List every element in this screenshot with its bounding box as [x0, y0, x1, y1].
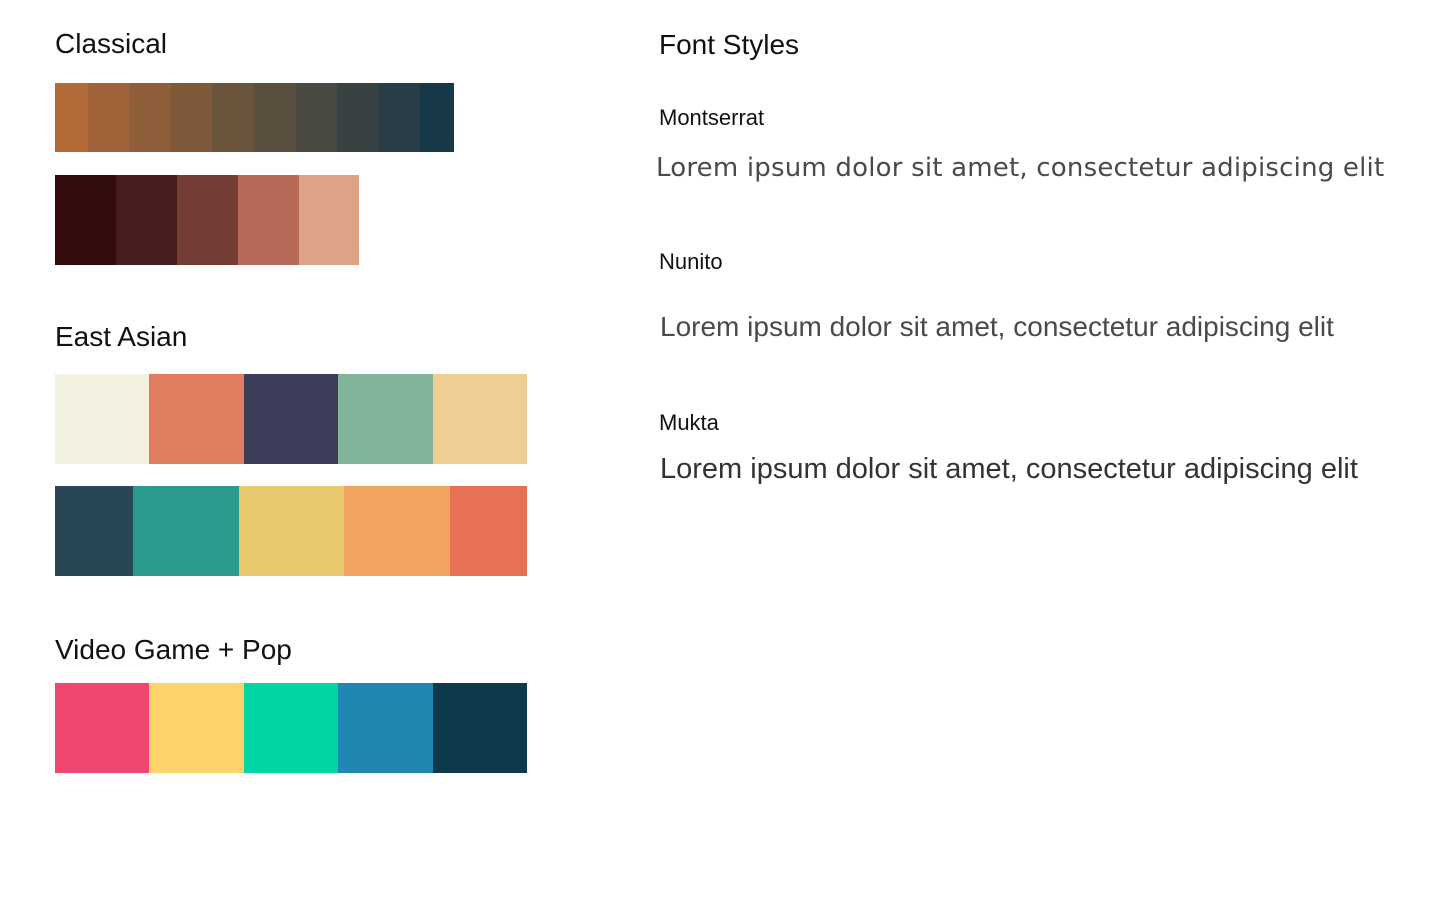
- swatch: [55, 175, 116, 265]
- swatch: [450, 486, 527, 576]
- swatch: [420, 83, 454, 152]
- font-sample-nunito: Lorem ipsum dolor sit amet, consectetur …: [660, 311, 1334, 342]
- style-guide-page: Classical East Asian Video Game + Pop Fo…: [0, 0, 1440, 900]
- swatch: [239, 486, 344, 576]
- swatch: [212, 83, 254, 152]
- font-styles-title: Font Styles: [659, 29, 800, 60]
- swatch: [129, 83, 171, 152]
- font-name-mukta: Mukta: [659, 410, 719, 435]
- swatch: [88, 83, 129, 152]
- swatch: [149, 374, 244, 464]
- swatch: [338, 374, 433, 464]
- video-game-pop-palette-row-1: [55, 683, 527, 773]
- swatch: [338, 683, 433, 773]
- swatch: [55, 83, 88, 152]
- swatch: [254, 83, 296, 152]
- east-asian-title: East Asian: [55, 321, 188, 352]
- font-name-nunito: Nunito: [659, 249, 723, 274]
- classical-palette-row-1: [55, 83, 454, 152]
- swatch: [55, 486, 133, 576]
- swatch: [238, 175, 299, 265]
- swatch: [379, 83, 420, 152]
- swatch: [149, 683, 244, 773]
- classical-title: Classical: [55, 28, 168, 59]
- video-game-pop-title: Video Game + Pop: [55, 634, 292, 665]
- font-sample-montserrat: Lorem ipsum dolor sit amet, consectetur …: [656, 153, 1385, 183]
- swatch: [299, 175, 359, 265]
- swatch: [433, 374, 527, 464]
- swatch: [171, 83, 212, 152]
- swatch: [433, 683, 527, 773]
- swatch: [296, 83, 337, 152]
- swatch: [244, 683, 338, 773]
- swatch: [344, 486, 450, 576]
- east-asian-palette-row-1: [55, 374, 527, 464]
- font-sample-mukta: Lorem ipsum dolor sit amet, consectetur …: [660, 453, 1358, 485]
- swatch: [133, 486, 239, 576]
- swatch: [116, 175, 177, 265]
- swatch: [337, 83, 379, 152]
- swatch: [177, 175, 238, 265]
- swatch: [55, 683, 149, 773]
- swatch: [55, 374, 149, 464]
- swatch: [244, 374, 338, 464]
- classical-palette-row-2: [55, 175, 359, 265]
- font-name-montserrat: Montserrat: [659, 105, 765, 130]
- east-asian-palette-row-2: [55, 486, 527, 576]
